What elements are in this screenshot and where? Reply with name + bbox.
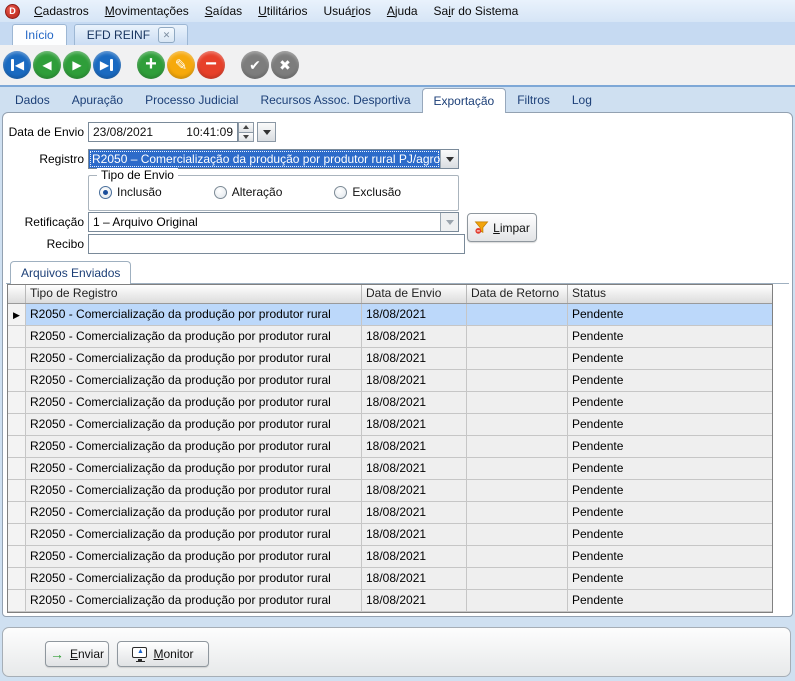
date-value: 23/08/2021 [93,125,153,139]
footer-bar: → Enviar ▲ Monitor [2,627,791,677]
table-row[interactable]: R2050 - Comercialização da produção por … [8,370,772,392]
column-header-status[interactable]: Status [568,285,772,303]
tab-efd-reinf[interactable]: EFD REINF ✕ [74,24,188,45]
page-tab[interactable]: Apuração [61,88,134,112]
time-spinner [238,122,254,142]
monitor-icon: ▲ [132,647,147,662]
menu-item[interactable]: Ajuda [379,0,426,22]
tipo-envio-options: Inclusão Alteração Exclusão [99,185,401,199]
table-row[interactable]: R2050 - Comercialização da produção por … [8,568,772,590]
page-tab[interactable]: Dados [4,88,61,112]
edit-button[interactable]: ✎ [167,51,195,79]
grid-tab-strip: Arquivos Enviados [6,262,789,284]
grid-body: R2050 - Comercialização da produção por … [8,304,772,612]
table-row[interactable]: R2050 - Comercialização da produção por … [8,326,772,348]
retificacao-dropdown-icon [440,213,458,231]
application-window: D Cadastros Movimentações Saídas Utilitá… [0,0,795,681]
page-tab[interactable]: Filtros [506,88,561,112]
radio-option[interactable]: Inclusão [99,185,162,199]
enviar-label: Enviar [70,647,104,661]
column-header-tipo[interactable]: Tipo de Registro [26,285,362,303]
radio-icon [334,186,347,199]
page-tab[interactable]: Log [561,88,603,112]
toolbar: ◀◀▶▶+✎−✔✖ [0,45,795,85]
tipo-envio-groupbox: Tipo de Envio Inclusão Alteração [88,175,459,211]
page-tab[interactable]: Recursos Assoc. Desportiva [249,88,421,112]
limpar-label: Limpar [493,221,530,235]
next-button[interactable]: ▶ [63,51,91,79]
radio-option[interactable]: Exclusão [334,185,401,199]
table-row[interactable]: R2050 - Comercialização da produção por … [8,436,772,458]
table-row[interactable]: R2050 - Comercialização da produção por … [8,590,772,612]
column-header-retorno[interactable]: Data de Retorno [467,285,568,303]
retificacao-selected-value: 1 – Arquivo Original [89,213,440,231]
monitor-label: Monitor [153,647,193,661]
limpar-button[interactable]: Limpar [467,213,537,242]
monitor-button[interactable]: ▲ Monitor [117,641,209,667]
registro-selected-value: R2050 – Comercialização da produção por … [89,150,440,168]
table-row[interactable]: R2050 - Comercialização da produção por … [8,480,772,502]
menu-items: Cadastros Movimentações Saídas Utilitári… [26,0,526,22]
menu-item[interactable]: Movimentações [97,0,197,22]
tipo-envio-legend: Tipo de Envio [97,168,178,182]
menu-item[interactable]: Cadastros [26,0,97,22]
tab-arquivos-enviados[interactable]: Arquivos Enviados [10,261,131,284]
table-row[interactable]: R2050 - Comercialização da produção por … [8,524,772,546]
table-row[interactable]: R2050 - Comercialização da produção por … [8,458,772,480]
radio-icon [99,186,112,199]
table-row[interactable]: R2050 - Comercialização da produção por … [8,502,772,524]
registro-combobox[interactable]: R2050 – Comercialização da produção por … [88,149,459,169]
data-envio-label: Data de Envio [5,125,84,139]
menu-item[interactable]: Utilitários [250,0,315,22]
grid-header: Tipo de Registro Data de Envio Data de R… [8,285,772,304]
table-row[interactable]: R2050 - Comercialização da produção por … [8,348,772,370]
time-value: 10:41:09 [186,125,233,139]
delete-button[interactable]: − [197,51,225,79]
enviar-button[interactable]: → Enviar [45,641,109,667]
last-button[interactable]: ▶ [93,51,121,79]
exportacao-panel: Data de Envio 23/08/2021 10:41:09 Regist… [2,112,793,617]
table-row[interactable]: R2050 - Comercialização da produção por … [8,546,772,568]
document-tab-bar: Início EFD REINF ✕ [0,22,795,45]
table-row[interactable]: R2050 - Comercialização da produção por … [8,304,772,326]
tab-inicio-label: Início [25,28,54,42]
recibo-input[interactable] [88,234,465,254]
page-tab[interactable]: Exportação [422,88,507,113]
registro-label: Registro [5,152,84,166]
current-row-marker [13,310,20,320]
gutter-header [8,285,26,303]
recibo-label: Recibo [5,237,84,251]
table-row[interactable]: R2050 - Comercialização da produção por … [8,414,772,436]
insert-button[interactable]: + [137,51,165,79]
menu-bar: D Cadastros Movimentações Saídas Utilitá… [0,0,795,22]
date-dropdown-button[interactable] [257,122,276,142]
spinner-down-icon[interactable] [238,133,254,143]
menu-item[interactable]: Sair do Sistema [426,0,527,22]
menu-item[interactable]: Saídas [197,0,250,22]
app-icon: D [5,4,20,19]
page-tab[interactable]: Processo Judicial [134,88,249,112]
retificacao-label: Retificação [5,215,84,229]
separator-line [0,85,795,87]
tab-inicio[interactable]: Início [12,24,67,45]
close-tab-icon[interactable]: ✕ [158,27,175,43]
tab-efd-reinf-label: EFD REINF [87,28,150,42]
first-button[interactable]: ◀ [3,51,31,79]
funnel-icon [474,220,489,235]
post-button[interactable]: ✔ [241,51,269,79]
retificacao-combobox[interactable]: 1 – Arquivo Original [88,212,459,232]
cancel-button[interactable]: ✖ [271,51,299,79]
page-tab-bar: Dados Apuração Processo Judicial Recurso… [4,88,795,112]
menu-item[interactable]: Usuários [315,0,378,22]
radio-icon [214,186,227,199]
arquivos-grid: Tipo de Registro Data de Envio Data de R… [7,284,773,613]
prior-button[interactable]: ◀ [33,51,61,79]
table-row[interactable]: R2050 - Comercialização da produção por … [8,392,772,414]
data-envio-field[interactable]: 23/08/2021 10:41:09 [88,122,238,142]
column-header-envio[interactable]: Data de Envio [362,285,467,303]
send-arrow-icon: → [50,647,64,661]
spinner-up-icon[interactable] [238,122,254,133]
registro-dropdown-icon[interactable] [440,150,458,168]
radio-option[interactable]: Alteração [214,185,283,199]
